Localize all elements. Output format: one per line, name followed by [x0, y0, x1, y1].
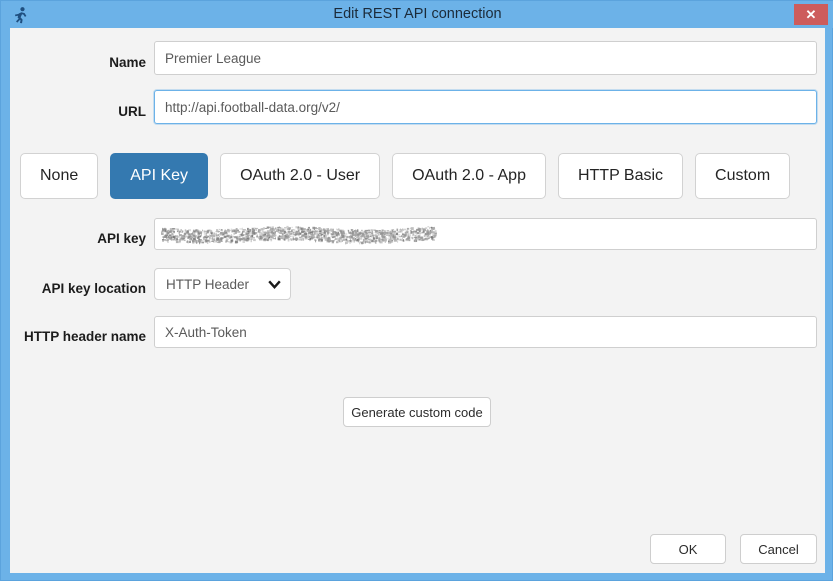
window-title: Edit REST API connection: [1, 1, 833, 28]
generate-custom-code-button[interactable]: Generate custom code: [343, 397, 491, 427]
api-key-input[interactable]: [154, 218, 817, 250]
close-button[interactable]: ✕: [794, 4, 828, 25]
ok-button[interactable]: OK: [650, 534, 726, 564]
url-label: URL: [10, 90, 146, 120]
auth-type-tabs: None API Key OAuth 2.0 - User OAuth 2.0 …: [20, 153, 790, 199]
name-input[interactable]: [154, 41, 817, 75]
tab-oauth2-user[interactable]: OAuth 2.0 - User: [220, 153, 380, 199]
form-row-name: Name: [10, 41, 817, 75]
http-header-name-input[interactable]: [154, 316, 817, 348]
close-icon: ✕: [806, 8, 817, 21]
title-bar: Edit REST API connection ✕: [1, 1, 833, 28]
api-key-location-label: API key location: [10, 268, 146, 297]
form-row-api-key-location: API key location HTTP Header: [10, 268, 291, 300]
tab-api-key[interactable]: API Key: [110, 153, 208, 199]
tab-http-basic[interactable]: HTTP Basic: [558, 153, 683, 199]
dialog-footer: OK Cancel: [10, 534, 825, 573]
api-key-location-select[interactable]: HTTP Header: [154, 268, 291, 300]
cancel-button[interactable]: Cancel: [740, 534, 817, 564]
form-row-api-key: API key: [10, 218, 817, 250]
http-header-name-label: HTTP header name: [10, 316, 146, 345]
tab-oauth2-app[interactable]: OAuth 2.0 - App: [392, 153, 546, 199]
api-key-label: API key: [10, 218, 146, 247]
tab-custom[interactable]: Custom: [695, 153, 790, 199]
form-row-url: URL: [10, 90, 817, 124]
url-input[interactable]: [154, 90, 817, 124]
form-row-http-header-name: HTTP header name: [10, 316, 817, 348]
tab-none[interactable]: None: [20, 153, 98, 199]
redaction-overlay: [161, 223, 437, 245]
dialog-window: Edit REST API connection ✕ Name URL None…: [0, 0, 833, 581]
name-label: Name: [10, 41, 146, 71]
api-key-location-value: HTTP Header: [166, 277, 249, 292]
chevron-down-icon: [268, 278, 281, 291]
dialog-content: Name URL None API Key OAuth 2.0 - User O…: [10, 28, 825, 573]
